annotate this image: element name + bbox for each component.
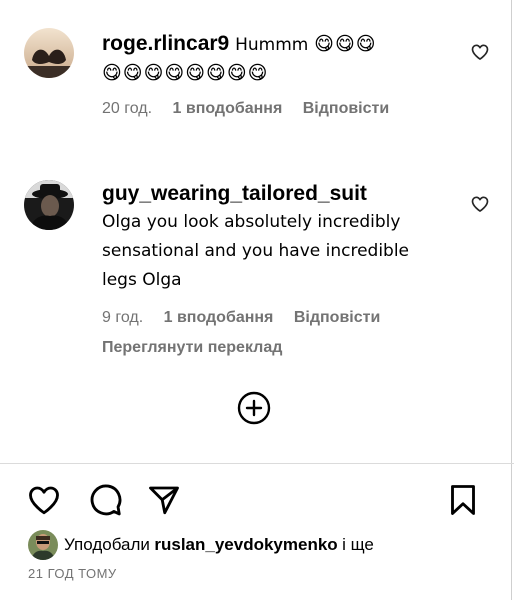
comment-body: roge.rlincar9 Hummm 😋😋😋 😋😋😋😋😋😋😋😋 20 год.… <box>102 30 494 118</box>
comment-likes-count[interactable]: 1 вподобання <box>173 100 283 117</box>
heart-outline-icon <box>471 44 489 60</box>
liked-by-others-link[interactable]: і ще <box>342 535 374 555</box>
divider <box>0 463 514 464</box>
reply-button[interactable]: Відповісти <box>294 309 380 326</box>
comment-time: 20 год. <box>102 100 153 117</box>
avatar[interactable] <box>28 530 58 560</box>
comment-emojis: 😋😋😋😋😋😋😋😋 <box>102 63 269 84</box>
comment-text: Hummm <box>235 35 309 55</box>
comment-body: guy_wearing_tailored_suit Olga you look … <box>102 180 494 357</box>
comment-text: sensational and you have incredible <box>102 241 410 261</box>
see-translation-button[interactable]: Переглянути переклад <box>102 339 494 357</box>
plus-circle-icon <box>237 391 271 425</box>
share-button[interactable] <box>146 482 182 518</box>
post-comments-panel: roge.rlincar9 Hummm 😋😋😋 😋😋😋😋😋😋😋😋 20 год.… <box>0 0 514 600</box>
heart-outline-icon <box>471 196 489 212</box>
speech-bubble-icon <box>90 484 122 516</box>
comment-text: legs Olga <box>102 270 182 290</box>
liked-by-prefix: Уподобали <box>64 535 150 554</box>
comment-meta: 9 год. 1 вподобання Відповісти <box>102 309 494 327</box>
heart-outline-icon <box>29 486 59 515</box>
liked-by-row: Уподобали ruslan_yevdokymenko і ще <box>28 528 374 562</box>
post-action-bar <box>0 482 514 518</box>
comment-like-button[interactable] <box>470 194 490 214</box>
paper-plane-icon <box>149 486 179 515</box>
comment-text: Olga you look absolutely incredibly <box>102 212 401 232</box>
comment-button[interactable] <box>87 482 123 518</box>
load-more-comments-button[interactable] <box>237 391 271 425</box>
comment-likes-count[interactable]: 1 вподобання <box>164 309 274 326</box>
save-button[interactable] <box>445 482 481 518</box>
like-button[interactable] <box>26 482 62 518</box>
comment-username[interactable]: roge.rlincar9 <box>102 32 229 55</box>
comment-time: 9 год. <box>102 309 144 326</box>
reply-button[interactable]: Відповісти <box>303 100 389 117</box>
avatar[interactable] <box>24 180 74 230</box>
comment-emojis: 😋😋😋 <box>314 34 377 55</box>
comment-meta: 20 год. 1 вподобання Відповісти <box>102 100 494 118</box>
comment-username[interactable]: guy_wearing_tailored_suit <box>102 182 367 205</box>
post-timestamp[interactable]: 21 ГОД ТОМУ <box>28 566 117 581</box>
liked-by-username[interactable]: ruslan_yevdokymenko <box>154 535 337 555</box>
comment-like-button[interactable] <box>470 42 490 62</box>
avatar[interactable] <box>24 28 74 78</box>
bookmark-icon <box>451 485 475 515</box>
